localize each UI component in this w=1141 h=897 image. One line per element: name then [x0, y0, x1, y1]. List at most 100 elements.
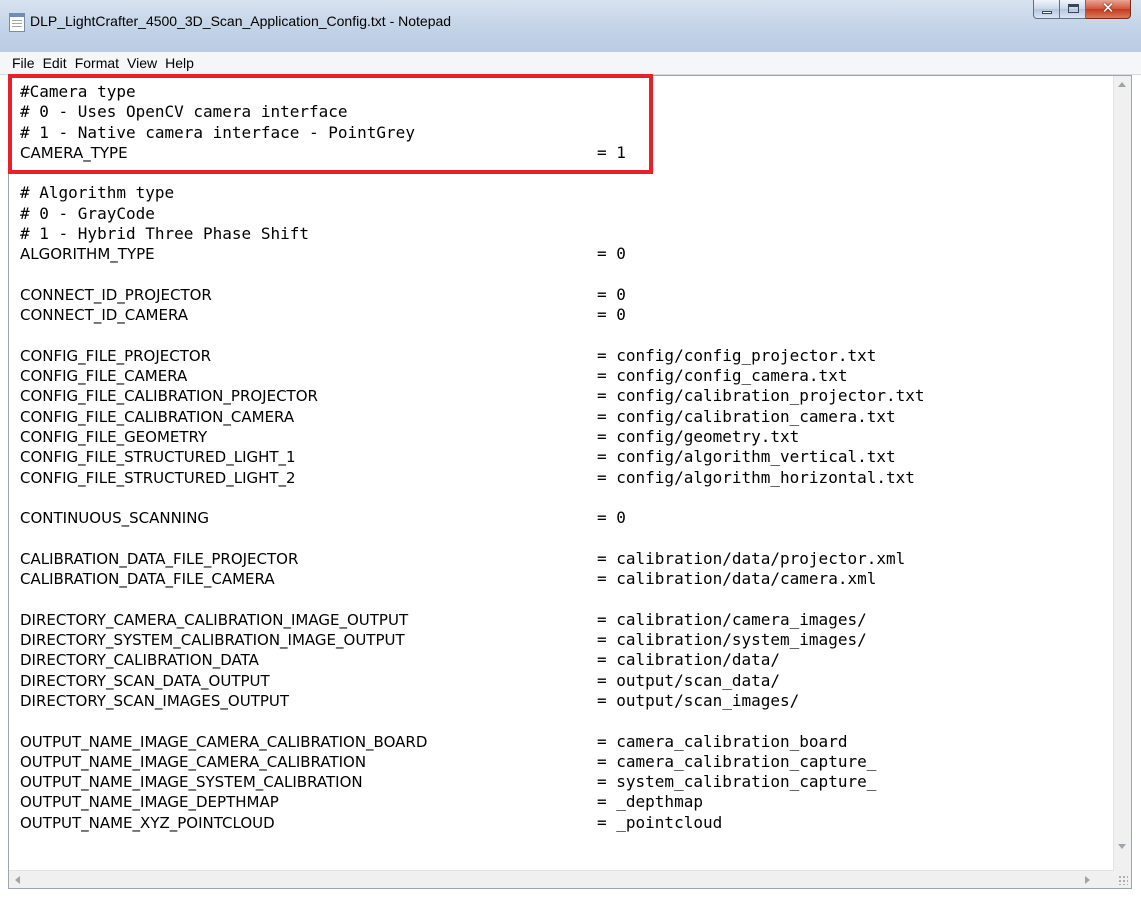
- scroll-down-icon[interactable]: [1118, 844, 1126, 849]
- config-key: OUTPUT_NAME_IMAGE_DEPTHMAP: [20, 793, 279, 812]
- scroll-right-icon[interactable]: [1085, 876, 1090, 884]
- text-line: DIRECTORY_SCAN_DATA_OUTPUT = output/scan_…: [20, 671, 1110, 691]
- config-key: CONFIG_FILE_GEOMETRY: [20, 428, 208, 447]
- text-line: CONFIG_FILE_STRUCTURED_LIGHT_2 = config/a…: [20, 468, 1110, 488]
- text-line: CONNECT_ID_CAMERA = 0: [20, 305, 1110, 325]
- text-line: # 0 - Uses OpenCV camera interface: [20, 102, 348, 122]
- text-line: CALIBRATION_DATA_FILE_PROJECTOR = calibra…: [20, 549, 1110, 569]
- config-value: = calibration/system_images/: [597, 630, 867, 650]
- config-value: = config/calibration_projector.txt: [597, 386, 925, 406]
- text-line: CAMERA_TYPE = 1: [20, 143, 1110, 163]
- config-value: = system_calibration_capture_: [597, 772, 877, 792]
- config-value: = _depthmap: [597, 792, 703, 812]
- config-key: DIRECTORY_SCAN_IMAGES_OUTPUT: [20, 691, 290, 710]
- config-key: CONNECT_ID_PROJECTOR: [20, 285, 212, 304]
- config-key: CALIBRATION_DATA_FILE_PROJECTOR: [20, 549, 299, 568]
- text-line: # Algorithm type: [20, 183, 175, 203]
- maximize-icon: [1068, 4, 1079, 13]
- horizontal-scrollbar[interactable]: [9, 870, 1114, 888]
- text-line: DIRECTORY_CALIBRATION_DATA = calibration/…: [20, 650, 1110, 670]
- scroll-left-icon[interactable]: [15, 876, 20, 884]
- text-line: [20, 488, 1110, 508]
- config-key: ALGORITHM_TYPE: [20, 245, 155, 264]
- close-button[interactable]: ✕: [1086, 0, 1131, 19]
- text-line: DIRECTORY_SYSTEM_CALIBRATION_IMAGE_OUTPU…: [20, 630, 1110, 650]
- text-line: CONTINUOUS_SCANNING = 0: [20, 508, 1110, 528]
- resize-grip-icon: [1118, 875, 1128, 885]
- config-value: = calibration/data/projector.xml: [597, 548, 906, 568]
- config-value: = calibration/data/: [597, 650, 781, 670]
- config-key: OUTPUT_NAME_IMAGE_SYSTEM_CALIBRATION: [20, 773, 363, 792]
- text-line: OUTPUT_NAME_IMAGE_SYSTEM_CALIBRATION = sy…: [20, 772, 1110, 792]
- caption-buttons: ✕: [1033, 0, 1131, 20]
- text-line: DIRECTORY_CAMERA_CALIBRATION_IMAGE_OUTPU…: [20, 610, 1110, 630]
- title-bar[interactable]: DLP_LightCrafter_4500_3D_Scan_Applicatio…: [0, 0, 1141, 53]
- config-key: DIRECTORY_SCAN_DATA_OUTPUT: [20, 671, 270, 690]
- config-value: = config/calibration_camera.txt: [597, 406, 896, 426]
- config-key: DIRECTORY_CAMERA_CALIBRATION_IMAGE_OUTPU…: [20, 610, 409, 629]
- menu-format[interactable]: Format: [71, 52, 123, 74]
- menu-bar: File Edit Format View Help: [0, 52, 1141, 75]
- text-line: OUTPUT_NAME_IMAGE_DEPTHMAP = _depthmap: [20, 792, 1110, 812]
- notepad-icon: [9, 13, 25, 32]
- config-value: = camera_calibration_board: [597, 731, 848, 751]
- text-line: [20, 529, 1110, 549]
- text-line: CONFIG_FILE_CALIBRATION_CAMERA = config/c…: [20, 407, 1110, 427]
- maximize-button[interactable]: [1060, 0, 1086, 19]
- config-key: CALIBRATION_DATA_FILE_CAMERA: [20, 570, 275, 589]
- config-value: = 0: [597, 508, 626, 528]
- config-value: = calibration/data/camera.xml: [597, 569, 877, 589]
- config-value: = config/algorithm_vertical.txt: [597, 447, 896, 467]
- text-line: [20, 711, 1110, 731]
- text-line: # 1 - Native camera interface - PointGre…: [20, 122, 415, 142]
- config-key: DIRECTORY_CALIBRATION_DATA: [20, 651, 259, 670]
- config-value: = camera_calibration_capture_: [597, 751, 877, 771]
- vertical-scrollbar[interactable]: [1113, 76, 1131, 872]
- close-icon: ✕: [1101, 0, 1115, 17]
- config-key: CAMERA_TYPE: [20, 143, 128, 162]
- config-key: OUTPUT_NAME_IMAGE_CAMERA_CALIBRATION: [20, 752, 367, 771]
- menu-view[interactable]: View: [123, 52, 161, 74]
- config-value: = output/scan_data/: [597, 670, 781, 690]
- text-line: OUTPUT_NAME_XYZ_POINTCLOUD = _pointcloud: [20, 813, 1110, 833]
- menu-help[interactable]: Help: [161, 52, 198, 74]
- config-key: CONTINUOUS_SCANNING: [20, 509, 210, 528]
- minimize-button[interactable]: [1033, 0, 1060, 19]
- config-value: = config/config_projector.txt: [597, 345, 877, 365]
- text-line: CONFIG_FILE_GEOMETRY = config/geometry.tx…: [20, 427, 1110, 447]
- text-line: ALGORITHM_TYPE = 0: [20, 244, 1110, 264]
- config-key: CONFIG_FILE_CALIBRATION_CAMERA: [20, 407, 295, 426]
- window-title: DLP_LightCrafter_4500_3D_Scan_Applicatio…: [30, 13, 452, 29]
- text-line: [20, 265, 1110, 285]
- config-key: OUTPUT_NAME_XYZ_POINTCLOUD: [20, 813, 275, 832]
- text-line: [20, 589, 1110, 609]
- config-key: OUTPUT_NAME_IMAGE_CAMERA_CALIBRATION_BOA…: [20, 732, 428, 751]
- document-text[interactable]: #Camera type # 0 - Uses OpenCV camera int…: [20, 82, 1110, 833]
- config-key: CONNECT_ID_CAMERA: [20, 306, 189, 325]
- scroll-up-icon[interactable]: [1118, 82, 1126, 87]
- size-grip[interactable]: [1114, 871, 1131, 888]
- text-line: DIRECTORY_SCAN_IMAGES_OUTPUT = output/sca…: [20, 691, 1110, 711]
- config-key: CONFIG_FILE_CALIBRATION_PROJECTOR: [20, 387, 318, 406]
- config-value: = config/config_camera.txt: [597, 366, 848, 386]
- menu-file[interactable]: File: [8, 52, 39, 74]
- config-value: = calibration/camera_images/: [597, 609, 867, 629]
- config-value: = 0: [597, 244, 626, 264]
- config-key: DIRECTORY_SYSTEM_CALIBRATION_IMAGE_OUTPU…: [20, 631, 405, 650]
- text-line: CALIBRATION_DATA_FILE_CAMERA = calibratio…: [20, 569, 1110, 589]
- text-line: OUTPUT_NAME_IMAGE_CAMERA_CALIBRATION_BOA…: [20, 732, 1110, 752]
- text-line: #Camera type: [20, 82, 136, 101]
- text-editor[interactable]: #Camera type # 0 - Uses OpenCV camera int…: [8, 75, 1132, 889]
- config-value: = 0: [597, 305, 626, 325]
- config-value: = config/algorithm_horizontal.txt: [597, 467, 915, 487]
- config-value: = 1: [597, 142, 626, 162]
- menu-edit[interactable]: Edit: [39, 52, 71, 74]
- text-line: [20, 326, 1110, 346]
- config-key: CONFIG_FILE_STRUCTURED_LIGHT_1: [20, 448, 296, 467]
- text-line: # 0 - GrayCode: [20, 203, 155, 223]
- config-value: = config/geometry.txt: [597, 427, 800, 447]
- text-line: CONNECT_ID_PROJECTOR = 0: [20, 285, 1110, 305]
- config-value: = 0: [597, 284, 626, 304]
- text-line: CONFIG_FILE_CALIBRATION_PROJECTOR = confi…: [20, 386, 1110, 406]
- text-line: # 1 - Hybrid Three Phase Shift: [20, 224, 309, 244]
